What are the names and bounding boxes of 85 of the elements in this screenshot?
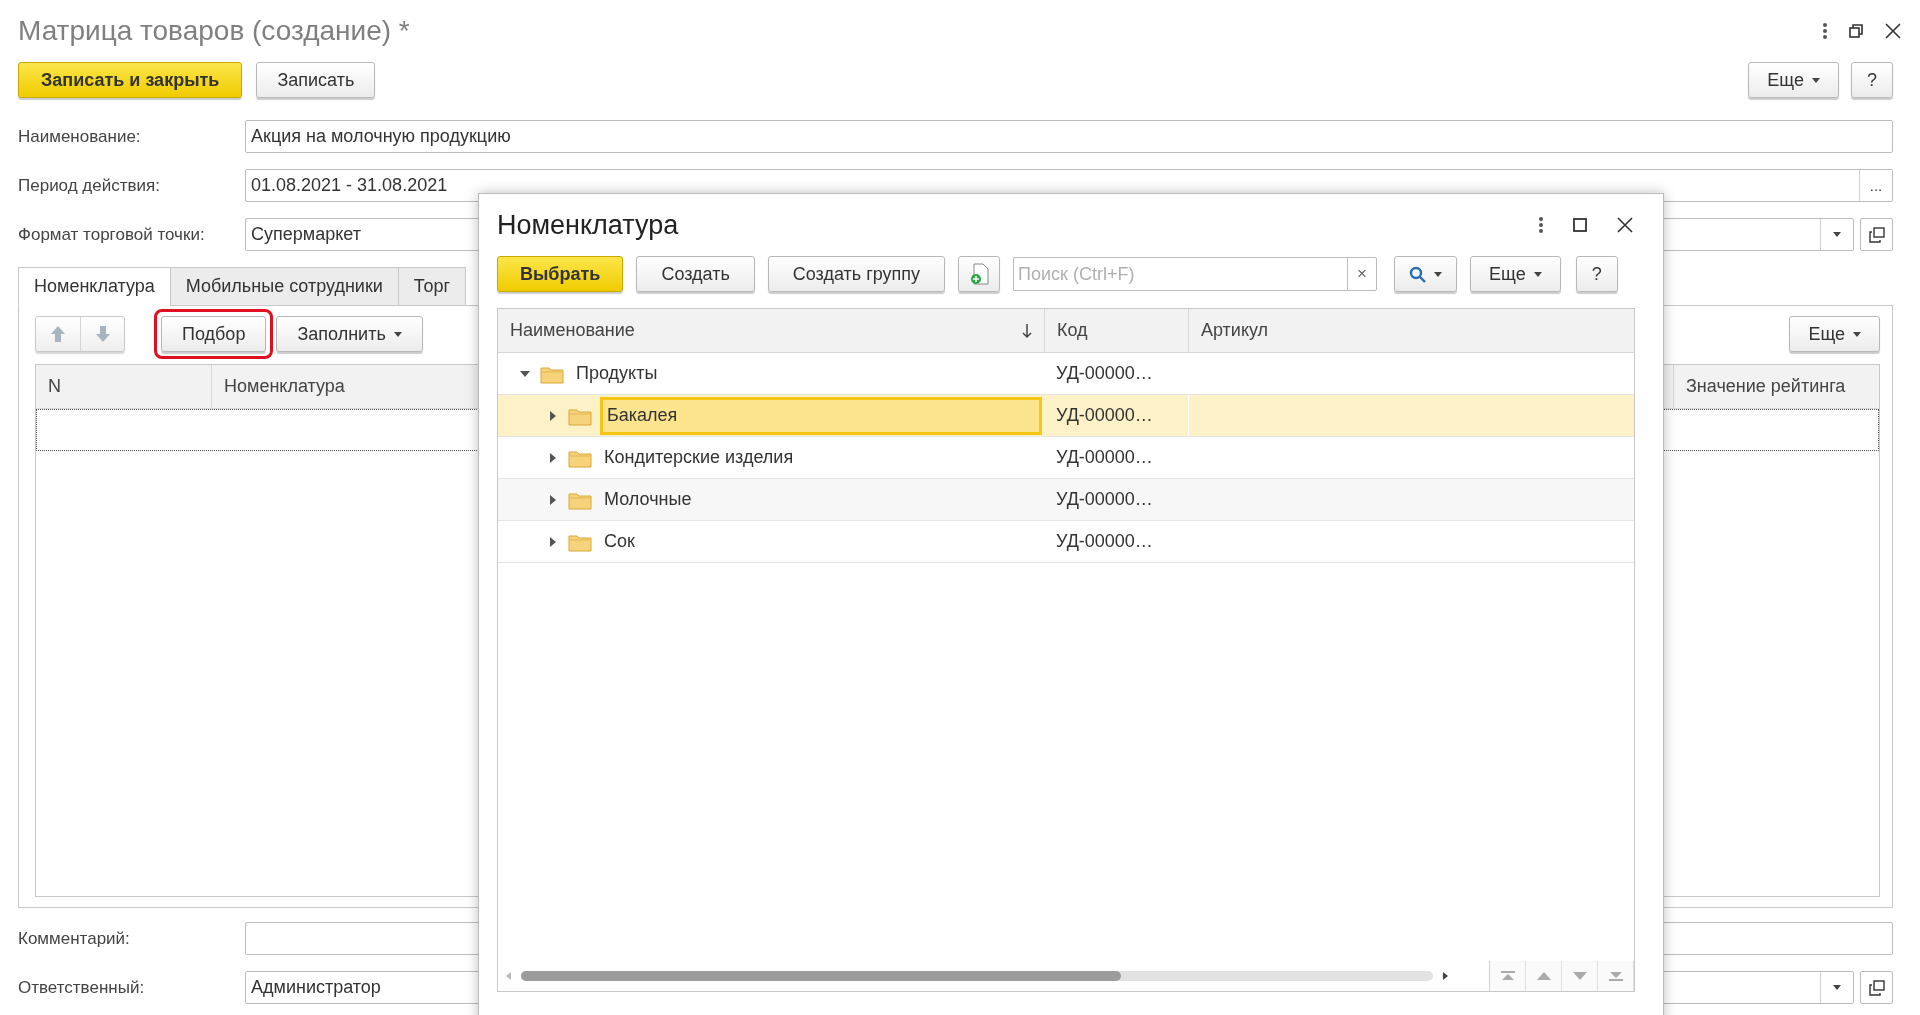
horizontal-scrollbar[interactable]	[521, 971, 1433, 981]
more-button[interactable]: Еще	[1789, 316, 1880, 352]
caret-icon	[393, 331, 402, 337]
dialog-title: Номенклатура	[497, 209, 680, 241]
open-button[interactable]	[1860, 218, 1893, 251]
table-cell-text: Молочные	[603, 488, 693, 511]
caret-icon	[1833, 985, 1841, 990]
scrollbar-thumb[interactable]	[521, 971, 1121, 981]
table-cell: Бакалея	[600, 396, 1042, 435]
open-icon	[1868, 226, 1885, 243]
toolbar-button[interactable]: Выбрать	[497, 256, 624, 292]
help-button[interactable]: ?	[1575, 256, 1618, 292]
tab[interactable]: Торг	[397, 267, 467, 306]
more-button[interactable]: Еще	[1470, 256, 1561, 292]
table-cell-text: УД-00000…	[1055, 362, 1154, 385]
caret-icon	[1533, 271, 1542, 277]
dropdown-button[interactable]	[1820, 219, 1853, 250]
toolbar-button[interactable]: Подбор	[161, 316, 267, 352]
arrow-down-icon	[94, 325, 111, 343]
caret-icon	[1434, 271, 1443, 277]
window-title: Матрица товаров (создание) *	[18, 15, 411, 47]
triangle-down-icon	[520, 370, 530, 377]
page-up-button[interactable]	[1526, 961, 1562, 991]
caret-icon	[1833, 232, 1841, 237]
table-cell-text: Сок	[603, 530, 636, 553]
document-add-icon	[969, 263, 990, 285]
close-icon	[1617, 217, 1633, 233]
add-document-button[interactable]	[958, 256, 1001, 292]
clear-button[interactable]: ×	[1347, 257, 1378, 291]
triangle-right-icon	[550, 452, 556, 463]
maximize-icon	[1573, 218, 1587, 232]
caret-icon	[1812, 77, 1820, 83]
sort-arrow-icon	[1022, 322, 1032, 339]
field-label: Формат торговой точки:	[18, 224, 206, 245]
triangle-right-icon	[550, 410, 556, 421]
toolbar-button[interactable]: Создать группу	[767, 256, 946, 292]
open-button[interactable]	[1860, 971, 1893, 1004]
column-header[interactable]: Наименование	[498, 309, 1044, 352]
column-header: N	[47, 375, 62, 398]
select-button[interactable]: ...	[1859, 170, 1892, 201]
scroll-left-icon	[506, 972, 511, 980]
more-icon	[1823, 23, 1827, 39]
table-cell-text: Кондитерские изделия	[603, 446, 795, 469]
search-button[interactable]	[1394, 256, 1458, 292]
down-icon	[1572, 972, 1587, 980]
field-label: Период действия:	[18, 175, 161, 196]
toolbar-button[interactable]: Записать	[256, 62, 376, 98]
arrow-up-icon	[50, 325, 66, 343]
column-header: Значение рейтинга	[1673, 365, 1879, 408]
more-icon	[1539, 217, 1543, 233]
last-page-button[interactable]	[1598, 961, 1634, 991]
first-page-button[interactable]	[1490, 961, 1526, 991]
triangle-right-icon	[550, 494, 556, 505]
table-cell-text: УД-00000…	[1055, 530, 1154, 553]
tree-row[interactable]: Бакалея УД-00000…	[498, 395, 1634, 437]
tab[interactable]: Мобильные сотрудники	[169, 267, 399, 306]
close-icon	[1885, 23, 1901, 39]
up-icon	[1536, 972, 1551, 980]
toolbar-button[interactable]: Записать и закрыть	[18, 62, 243, 98]
tab[interactable]: Номенклатура	[18, 267, 171, 306]
more-button[interactable]: Еще	[1748, 62, 1839, 98]
scroll-right-icon	[1443, 972, 1448, 980]
tree-row[interactable]: Молочные УД-00000…	[498, 479, 1634, 521]
last-icon	[1608, 971, 1623, 981]
search-icon	[1409, 265, 1427, 283]
field-label: Ответственный:	[18, 977, 146, 998]
dropdown-button[interactable]	[1820, 972, 1853, 1003]
page-down-button[interactable]	[1562, 961, 1598, 991]
toolbar-button[interactable]: Создать	[636, 256, 755, 292]
open-icon	[1868, 979, 1885, 996]
field-label: Наименование:	[18, 126, 142, 147]
restore-icon	[1849, 24, 1863, 38]
column-header[interactable]: Код	[1044, 309, 1188, 352]
first-icon	[1500, 971, 1515, 981]
column-header[interactable]: Артикул	[1188, 309, 1634, 352]
table-cell-text: УД-00000…	[1055, 446, 1154, 469]
table-cell-text: Продукты	[575, 362, 659, 385]
help-button[interactable]: ?	[1851, 62, 1893, 98]
triangle-right-icon	[550, 536, 556, 547]
table-cell-text: УД-00000…	[1055, 488, 1154, 511]
caret-icon	[1853, 331, 1861, 337]
search-field[interactable]: Поиск (Ctrl+F)	[1013, 257, 1348, 291]
toolbar-button[interactable]: Заполнить	[276, 316, 423, 352]
field-label: Комментарий:	[18, 928, 131, 949]
input-field[interactable]: Акция на молочную продукцию	[245, 120, 1893, 153]
